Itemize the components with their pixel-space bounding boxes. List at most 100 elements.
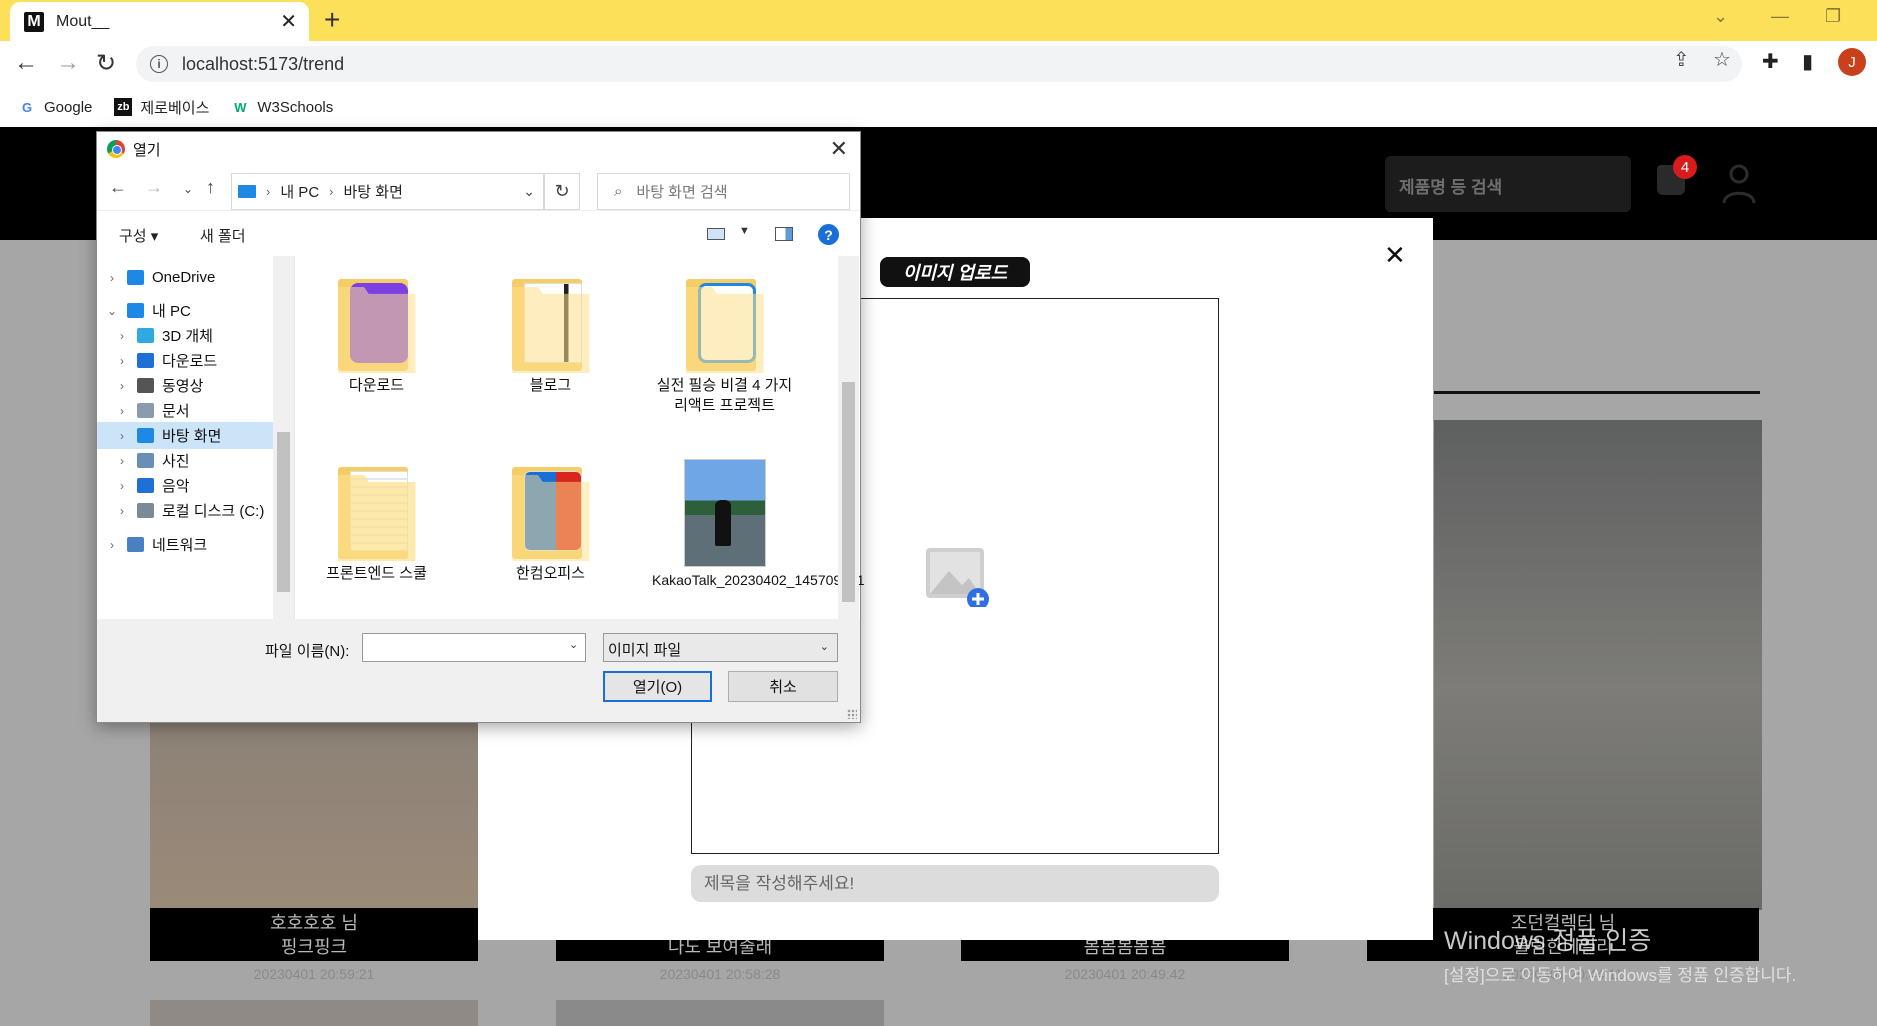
bookmark-zerobase[interactable]: zb 제로베이스 — [114, 97, 209, 118]
post-card[interactable] — [150, 1000, 478, 1026]
organize-button[interactable]: 구성 ▾ — [119, 225, 158, 246]
close-tab-icon[interactable]: ✕ — [280, 9, 297, 34]
new-folder-button[interactable]: 새 폴더 — [200, 225, 246, 246]
cancel-button[interactable]: 취소 — [728, 671, 838, 702]
user-icon[interactable] — [1722, 163, 1756, 203]
nav-item-label: 바탕 화면 — [162, 428, 222, 445]
breadcrumb-desktop[interactable]: 바탕 화면 — [344, 181, 403, 202]
reload-icon[interactable]: ↻ — [96, 49, 116, 78]
navigation-scrollbar-thumb[interactable] — [277, 432, 290, 592]
nav-item[interactable]: › 네트워크 — [97, 531, 294, 558]
refresh-icon[interactable]: ↻ — [544, 173, 580, 210]
expand-chevron-icon[interactable]: ⌄ — [105, 304, 119, 318]
browser-tab[interactable]: M Mout__ ✕ — [10, 2, 309, 41]
folder-item[interactable]: 다운로드 — [304, 277, 449, 396]
site-info-icon[interactable]: i — [150, 55, 168, 73]
restore-button[interactable]: ❐ — [1825, 6, 1841, 27]
nav-item[interactable]: › OneDrive — [97, 264, 294, 291]
expand-chevron-icon[interactable]: › — [115, 404, 129, 418]
nav-item-label: 내 PC — [152, 303, 191, 320]
post-author: 호호호호 님 — [270, 913, 358, 933]
help-icon[interactable]: ? — [818, 224, 839, 245]
minimize-button[interactable]: — — [1771, 6, 1789, 27]
share-icon[interactable]: ⇪ — [1673, 47, 1690, 72]
product-search-input[interactable]: 제품명 등 검색 — [1385, 156, 1631, 212]
nav-item[interactable]: › 동영상 — [97, 372, 294, 399]
nav-item[interactable]: › 바탕 화면 — [97, 422, 294, 449]
desktop-search-input[interactable]: ⌕ 바탕 화면 검색 — [597, 173, 850, 210]
address-bar[interactable]: i localhost:5173/trend — [136, 46, 1742, 82]
back-icon[interactable]: ← — [14, 49, 38, 77]
folder-icon — [511, 465, 590, 561]
side-panel-icon[interactable]: ▮ — [1802, 49, 1813, 74]
expand-chevron-icon[interactable]: › — [115, 379, 129, 393]
back-icon[interactable]: ← — [109, 177, 127, 198]
up-folder-icon[interactable]: ↑ — [206, 177, 215, 198]
add-image-icon — [926, 548, 989, 607]
tab-search-icon[interactable]: ⌄ — [1713, 6, 1728, 27]
expand-chevron-icon[interactable]: › — [105, 538, 119, 552]
filename-history-caret-icon[interactable]: ⌄ — [569, 638, 578, 651]
open-button[interactable]: 열기(O) — [603, 671, 712, 702]
file-type-value: 이미지 파일 — [608, 642, 682, 659]
file-list-scrollbar-thumb[interactable] — [842, 382, 855, 602]
nav-item[interactable]: › 음악 — [97, 472, 294, 499]
close-dialog-icon[interactable]: ✕ — [830, 136, 848, 162]
chevron-down-icon[interactable]: ⌄ — [523, 183, 535, 200]
folder-item[interactable]: 한컴오피스 — [478, 465, 623, 584]
bookmark-star-icon[interactable]: ☆ — [1713, 47, 1731, 72]
folder-icon — [511, 277, 590, 373]
extensions-icon[interactable]: ✚ — [1762, 49, 1779, 74]
nav-item[interactable]: › 로컬 디스크 (C:) — [97, 497, 294, 524]
nav-item[interactable]: › 3D 개체 — [97, 322, 294, 349]
post-card[interactable] — [1434, 240, 1762, 910]
post-image — [1434, 420, 1762, 910]
nav-item[interactable]: › 사진 — [97, 447, 294, 474]
disk-icon — [137, 503, 154, 518]
expand-chevron-icon[interactable]: › — [115, 454, 129, 468]
post-title-input[interactable] — [691, 865, 1219, 902]
file-label: 블로그 — [529, 377, 572, 394]
expand-chevron-icon[interactable]: › — [115, 479, 129, 493]
filename-input[interactable] — [362, 633, 586, 662]
desktop-icon — [137, 428, 154, 443]
nav-item-label: OneDrive — [152, 269, 216, 286]
expand-chevron-icon[interactable]: › — [115, 354, 129, 368]
post-card[interactable] — [556, 1000, 884, 1026]
new-tab-button[interactable]: + — [324, 4, 340, 36]
bookmark-w3schools[interactable]: W W3Schools — [231, 98, 333, 116]
nav-item-label: 문서 — [162, 403, 190, 420]
nav-item[interactable]: ⌄ 내 PC — [97, 297, 294, 324]
post-title: 핑크핑크 — [280, 937, 348, 957]
folder-item[interactable]: 실전 필승 비결 4 가지 리액트 프로젝트 — [652, 277, 797, 416]
expand-chevron-icon[interactable]: › — [115, 429, 129, 443]
profile-avatar[interactable]: J — [1838, 48, 1866, 76]
forward-icon[interactable]: → — [56, 49, 80, 77]
post-card-info[interactable]: 호호호호 님 핑크핑크 — [150, 908, 478, 961]
recent-locations-icon[interactable]: ⌄ — [183, 182, 193, 196]
expand-chevron-icon[interactable]: › — [115, 329, 129, 343]
nav-item-label: 로컬 디스크 (C:) — [162, 503, 265, 520]
change-view-icon[interactable] — [707, 228, 725, 240]
nav-item[interactable]: › 문서 — [97, 397, 294, 424]
folder-item[interactable]: 프론트엔드 스쿨 — [304, 465, 449, 584]
close-modal-icon[interactable]: ✕ — [1384, 240, 1406, 271]
preview-pane-icon[interactable] — [775, 227, 793, 241]
nav-item[interactable]: › 다운로드 — [97, 347, 294, 374]
google-icon: G — [21, 99, 33, 115]
url-text: localhost:5173/trend — [182, 53, 345, 74]
expand-chevron-icon[interactable]: › — [115, 504, 129, 518]
forward-icon[interactable]: → — [145, 177, 163, 198]
resize-grip[interactable] — [847, 709, 857, 719]
download-icon — [137, 353, 154, 368]
folder-item[interactable]: 블로그 — [478, 277, 623, 396]
breadcrumb-pc[interactable]: 내 PC — [280, 181, 319, 202]
network-icon — [127, 537, 144, 552]
post-image — [556, 1000, 884, 1026]
view-options-caret-icon[interactable]: ▼ — [739, 225, 750, 237]
file-type-select[interactable]: 이미지 파일 ⌄ — [603, 633, 838, 662]
folder-path-bar[interactable]: › 내 PC › 바탕 화면 ⌄ — [231, 173, 544, 210]
image-file-item[interactable]: KakaoTalk_20230402_145709251 — [652, 459, 865, 590]
expand-chevron-icon[interactable]: › — [105, 271, 119, 285]
bookmark-google[interactable]: G Google — [18, 98, 92, 116]
